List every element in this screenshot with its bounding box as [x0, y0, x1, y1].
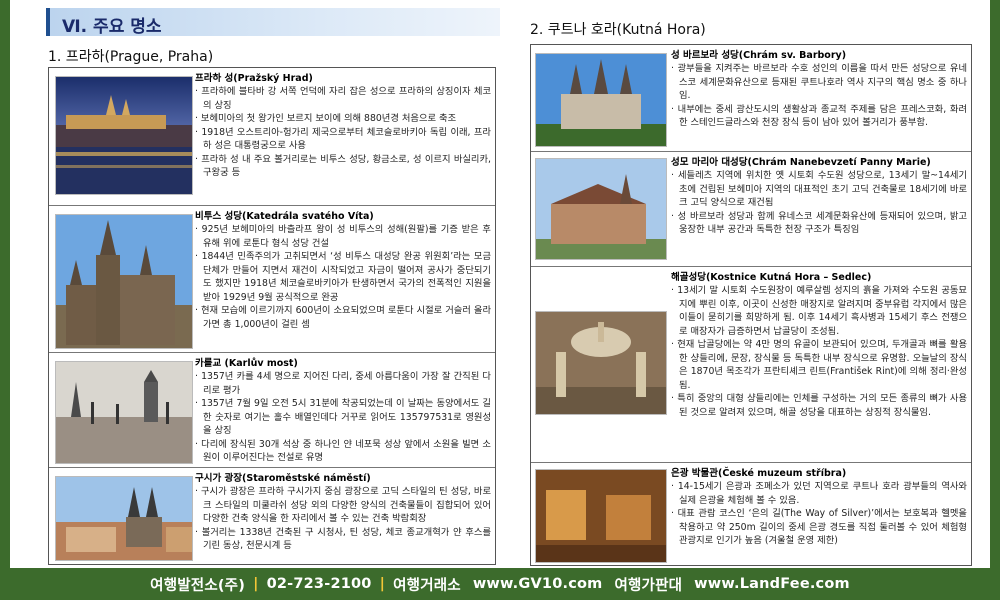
footer-separator: | — [253, 576, 259, 592]
footer-separator: | — [379, 576, 386, 592]
attraction-title: 비투스 성당(Katedrála svatého Víta) — [195, 211, 374, 222]
attraction-title: 성 바르보라 성당(Chrám sv. Barbory) — [671, 50, 847, 61]
right-subtitle: 2. 쿠트나 호라(Kutná Hora) — [530, 22, 706, 38]
section-title: Ⅵ. 주요 명소 — [62, 17, 162, 37]
charles-bridge-photo — [55, 361, 193, 464]
attraction-line: · 성 바르보라 성당과 함께 유네스코 세계문화유산에 등재되어 있으며, 밝… — [671, 210, 967, 236]
attraction-line: · 1844년 민족주의가 고취되면서 ‘성 비투스 대성당 완공 위원회’라는… — [195, 251, 491, 303]
attraction-row-silver-museum: 은광 박물관(České muzeum stříbra) · 14-15세기 은… — [531, 462, 971, 568]
sedlec-ossuary-photo — [535, 311, 667, 415]
attraction-row-charles-bridge: 카를교 (Karlův most) · 1357년 카를 4세 명으로 지어진 … — [49, 352, 495, 468]
footer-bar: 여행발전소(주) | 02-723-2100 | 여행거래소 www.GV10.… — [0, 568, 1000, 600]
assumption-cathedral-text: 성모 마리아 대성당(Chrám Nanebevzetí Panny Marie… — [671, 156, 967, 237]
charles-bridge-text: 카를교 (Karlův most) · 1357년 카를 4세 명으로 지어진 … — [195, 357, 491, 465]
assumption-cathedral-photo — [535, 158, 667, 260]
footer-label-exchange: 여행거래소 — [393, 577, 461, 594]
attraction-line: · 구시가 광장은 프라하 구시가지 중심 광장으로 고딕 스타일의 틴 성당,… — [195, 486, 491, 524]
left-subtitle: 1. 프라하(Prague, Praha) — [48, 49, 214, 65]
attraction-title: 성모 마리아 대성당(Chrám Nanebevzetí Panny Marie… — [671, 157, 931, 168]
attraction-line: · 광부들을 지켜주는 바르보라 수호 성인의 이름을 따서 만든 성당으로 유… — [671, 63, 967, 101]
old-town-square-text: 구시가 광장(Staroměstské náměstí) · 구시가 광장은 프… — [195, 472, 491, 553]
footer-phone: 02-723-2100 — [266, 576, 372, 592]
attraction-line: · 내부에는 중세 광산도시의 생활상과 종교적 주제를 담은 프레스코화, 화… — [671, 103, 967, 129]
attraction-line: · 1918년 오스트리아-헝가리 제국으로부터 체코슬로바키아 독립 이래, … — [195, 126, 491, 152]
st-barbara-church-photo — [535, 53, 667, 147]
attraction-row-st-barbara: 성 바르보라 성당(Chrám sv. Barbory) · 광부들을 지켜주는… — [531, 45, 971, 151]
sedlec-ossuary-text: 해골성당(Kostnice Kutná Hora – Sedlec) · 13세… — [671, 271, 967, 419]
attraction-title: 카를교 (Karlův most) — [195, 358, 298, 369]
attraction-line: · 1357년 7월 9일 오전 5시 31분에 착공되었는데 이 날짜는 동양… — [195, 398, 491, 436]
attraction-line: · 14-15세기 은광과 조폐소가 있던 지역으로 쿠트나 호라 광부들의 역… — [671, 481, 967, 506]
st-vitus-text: 비투스 성당(Katedrála svatého Víta) · 925년 보헤… — [195, 210, 491, 331]
attraction-line: · 1357년 카를 4세 명으로 지어진 다리, 중세 아름다움이 가장 잘 … — [195, 371, 491, 396]
footer-site-gv10[interactable]: www.GV10.com — [473, 576, 603, 592]
attraction-title: 구시가 광장(Staroměstské náměstí) — [195, 473, 371, 484]
attraction-line: · 세들레츠 지역에 위치한 옛 시토회 수도원 성당으로, 13세기 말~14… — [671, 170, 967, 208]
attraction-line: · 현재 납골당에는 약 4만 명의 유골이 보관되어 있으며, 두개골과 뼈를… — [671, 339, 967, 391]
attraction-row-assumption-cathedral: 성모 마리아 대성당(Chrám Nanebevzetí Panny Marie… — [531, 151, 971, 267]
attraction-line: · 보헤미아의 첫 왕가인 보르지 보이에 의해 880년경 처음으로 축조 — [195, 113, 457, 124]
attraction-line: · 프라하 성 내 주요 볼거리로는 비투스 성당, 황금소로, 성 이르지 바… — [195, 153, 491, 179]
attraction-line: · 다리에 장식된 30개 석상 중 하나인 얀 네포묵 성상 앞에서 소원을 … — [195, 438, 491, 464]
attraction-title: 프라하 성(Pražský Hrad) — [195, 73, 313, 84]
attraction-title: 은광 박물관(České muzeum stříbra) — [671, 468, 847, 479]
st-barbara-text: 성 바르보라 성당(Chrám sv. Barbory) · 광부들을 지켜주는… — [671, 49, 967, 130]
st-vitus-cathedral-photo — [55, 214, 193, 349]
prague-castle-text: 프라하 성(Pražský Hrad) · 프라하에 블타바 강 서쪽 언덕에 … — [195, 72, 491, 180]
attraction-line: · 볼거리는 1338년 건축된 구 시청사, 틴 성당, 체코 종교개혁가 얀… — [195, 526, 491, 552]
brochure-page: Ⅵ. 주요 명소 1. 프라하(Prague, Praha) 2. 쿠트나 호라… — [10, 0, 990, 568]
attraction-line: · 925년 보헤미아의 바츨라프 왕이 성 비투스의 성해(원팔)를 기증 받… — [195, 224, 491, 249]
attraction-row-st-vitus: 비투스 성당(Katedrála svatého Víta) · 925년 보헤… — [49, 205, 495, 353]
footer-company: 여행발전소(주) — [150, 577, 246, 594]
section-header: Ⅵ. 주요 명소 — [46, 8, 500, 37]
prague-attractions-table: 프라하 성(Pražský Hrad) · 프라하에 블타바 강 서쪽 언덕에 … — [48, 67, 496, 565]
attraction-line: · 특히 중앙의 대형 샹들리에는 인체를 구성하는 거의 모든 종류의 뼈가 … — [671, 393, 967, 418]
attraction-row-old-town-square: 구시가 광장(Staroměstské náměstí) · 구시가 광장은 프… — [49, 467, 495, 567]
kutna-hora-attractions-table: 성 바르보라 성당(Chrám sv. Barbory) · 광부들을 지켜주는… — [530, 44, 972, 566]
old-town-square-photo — [55, 476, 193, 561]
footer-site-landfee[interactable]: www.LandFee.com — [694, 576, 850, 592]
attraction-row-prague-castle: 프라하 성(Pražský Hrad) · 프라하에 블타바 강 서쪽 언덕에 … — [49, 68, 495, 205]
prague-castle-photo — [55, 76, 193, 195]
silver-museum-photo — [535, 469, 667, 563]
attraction-title: 해골성당(Kostnice Kutná Hora – Sedlec) — [671, 272, 872, 283]
attraction-line: · 대표 관람 코스인 ‘은의 길(The Way of Silver)’에서는… — [671, 508, 967, 546]
attraction-row-sedlec-ossuary: 해골성당(Kostnice Kutná Hora – Sedlec) · 13세… — [531, 266, 971, 463]
attraction-line: · 프라하에 블타바 강 서쪽 언덕에 자리 잡은 성으로 프라하의 상징이자 … — [195, 86, 491, 111]
footer-label-stand: 여행가판대 — [614, 577, 683, 594]
attraction-line: · 13세기 말 시토회 수도원장이 예루살렘 성지의 흙을 가져와 수도원 공… — [671, 285, 967, 337]
attraction-line: · 현재 모습에 이르기까지 600년이 소요되었으며 로툰다 시절로 거슬러 … — [195, 305, 491, 330]
silver-museum-text: 은광 박물관(České muzeum stříbra) · 14-15세기 은… — [671, 467, 967, 548]
